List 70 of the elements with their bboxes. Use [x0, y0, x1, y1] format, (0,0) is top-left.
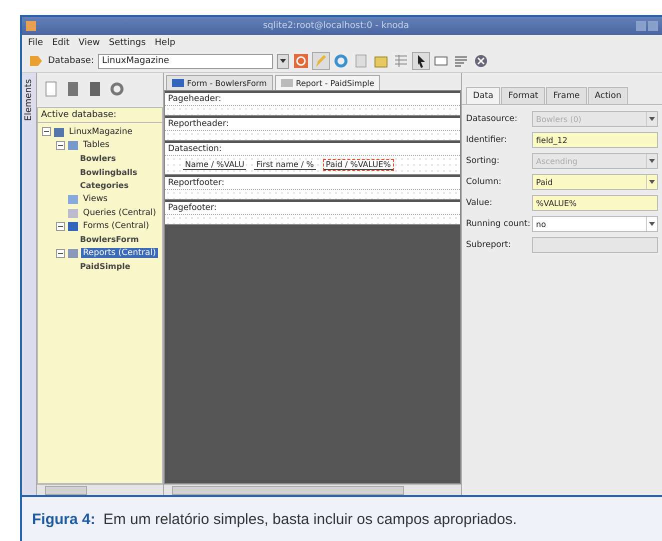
scroll-bar[interactable] — [37, 484, 163, 495]
tree-item[interactable]: Forms (Central) — [81, 221, 152, 232]
caption-label: Figura 4: — [32, 510, 96, 528]
database-label: Database: — [48, 56, 94, 66]
section-header: Pagefooter: — [165, 200, 460, 214]
tree-item[interactable]: Views — [81, 194, 110, 204]
property-combo[interactable]: no — [532, 216, 658, 232]
tree-item[interactable]: Tables — [81, 140, 112, 150]
property-label: Value: — [466, 198, 494, 208]
tree-item[interactable]: Bowlingballs — [70, 168, 140, 177]
property-combo[interactable]: Paid — [532, 174, 658, 190]
document-icon[interactable] — [87, 81, 103, 97]
property-tab[interactable]: Data — [466, 87, 500, 104]
report-field[interactable]: First name / % — [254, 160, 316, 170]
report-field[interactable]: Paid / %VALUE% — [324, 160, 393, 170]
tree-item[interactable]: LinuxMagazine — [67, 126, 134, 137]
section-header: Pageheader: — [165, 91, 460, 105]
folder-icon — [67, 193, 79, 206]
section-header: Reportfooter: — [165, 175, 460, 189]
property-label: Datasource: — [466, 114, 518, 124]
property-tab[interactable]: Frame — [546, 87, 587, 104]
close-icon[interactable] — [472, 53, 489, 69]
form-icon — [172, 78, 184, 88]
elements-tab[interactable]: Elements — [22, 73, 37, 495]
property-field[interactable]: %VALUE% — [532, 195, 658, 211]
menu-item[interactable]: File — [28, 38, 44, 48]
tree-item[interactable]: PaidSimple — [70, 262, 132, 272]
caret-icon — [280, 59, 286, 63]
dropdown-button[interactable] — [276, 54, 289, 68]
section-header: Reportheader: — [165, 116, 460, 130]
database-combo[interactable]: LinuxMagazine — [98, 54, 273, 68]
caption-text: Em um relatório simples, basta incluir os campos apropriados. — [103, 510, 517, 528]
tree-item[interactable]: Bowlers — [70, 154, 118, 164]
folder-icon — [67, 139, 79, 152]
tree-item[interactable]: Categories — [70, 181, 131, 190]
tree-item[interactable]: BowlersForm — [70, 235, 141, 244]
active-database-heading: Active database: — [37, 107, 163, 123]
collapse-icon[interactable] — [56, 140, 65, 150]
report-field[interactable]: Name / %VALU — [183, 160, 246, 170]
dropdown-arrow-icon[interactable] — [646, 217, 657, 231]
document-tab[interactable]: Report - PaidSimple — [274, 75, 380, 90]
report-icon — [280, 78, 293, 88]
folder-icon — [67, 206, 79, 219]
menu-item[interactable]: Edit — [52, 38, 70, 48]
menu-item[interactable]: Settings — [108, 38, 146, 48]
window-title: sqlite2:root@localhost:0 - knoda — [262, 21, 410, 31]
collapse-icon[interactable] — [42, 127, 51, 136]
property-label: Identifier: — [466, 135, 508, 145]
menu-item[interactable]: View — [78, 38, 100, 48]
property-label: Subreport: — [466, 240, 512, 250]
property-label: Column: — [466, 177, 502, 187]
property-label: Sorting: — [466, 156, 500, 166]
property-label: Running count: — [466, 219, 532, 229]
document-icon[interactable] — [65, 81, 81, 97]
scroll-bar[interactable] — [164, 484, 461, 495]
tree-item[interactable]: Reports (Central) — [81, 248, 158, 258]
property-tab[interactable]: Format — [501, 87, 546, 104]
collapse-icon[interactable] — [56, 222, 65, 231]
app-icon — [26, 21, 36, 31]
pointer-icon[interactable] — [412, 53, 429, 69]
folder-icon — [67, 220, 79, 232]
document-tab[interactable]: Form - BowlersForm — [166, 75, 273, 90]
dropdown-arrow-icon[interactable] — [646, 175, 657, 189]
property-field[interactable]: field_12 — [532, 132, 658, 148]
tree-item[interactable]: Queries (Central) — [81, 208, 158, 218]
new-document-icon[interactable] — [43, 81, 59, 97]
property-tab[interactable]: Action — [588, 87, 628, 104]
section-header: Datasection: — [165, 141, 460, 155]
menu-item[interactable]: Help — [154, 38, 176, 48]
collapse-icon[interactable] — [56, 248, 65, 258]
